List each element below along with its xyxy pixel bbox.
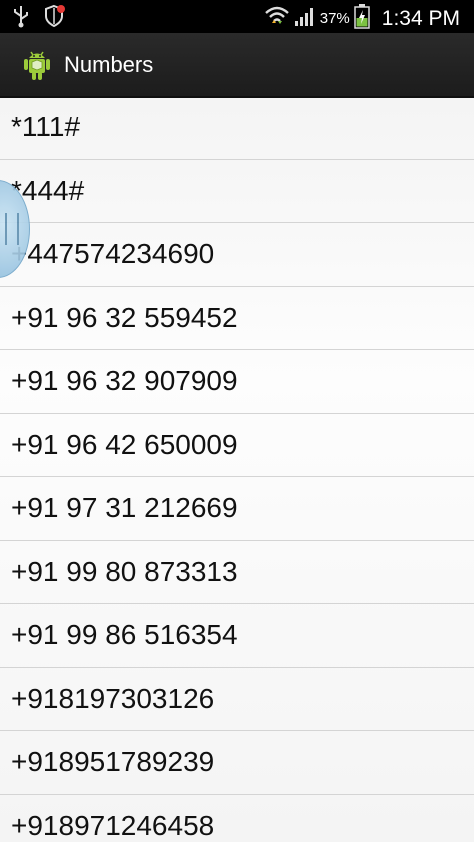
list-item[interactable]: *111# <box>0 96 474 160</box>
number-label: *111# <box>11 111 81 143</box>
battery-percent: 37% <box>319 10 350 27</box>
list-item[interactable]: +91 99 86 516354 <box>0 604 474 668</box>
action-bar: Numbers <box>0 33 474 98</box>
number-label: +918971246458 <box>11 809 215 841</box>
signal-icon <box>294 5 316 32</box>
status-time: 1:34 PM <box>381 6 460 30</box>
number-label: +918197303126 <box>11 682 215 714</box>
list-item[interactable]: *444# <box>0 160 474 223</box>
numbers-list: *111# *444# +447574234690 +91 96 32 5594… <box>0 96 474 842</box>
number-label: +91 96 32 907909 <box>11 365 238 397</box>
usb-icon <box>12 4 30 33</box>
number-label: +91 96 32 559452 <box>11 301 238 333</box>
status-bar: 37% 1:34 PM <box>0 0 474 33</box>
number-label: +91 99 86 516354 <box>11 619 238 651</box>
list-item[interactable]: +91 96 32 559452 <box>0 287 474 350</box>
android-icon[interactable] <box>20 48 54 82</box>
list-item[interactable]: +91 96 42 650009 <box>0 414 474 477</box>
number-label: +918951789239 <box>11 746 215 778</box>
number-label: +91 99 80 873313 <box>11 555 238 587</box>
list-item[interactable]: +91 97 31 212669 <box>0 477 474 541</box>
list-item[interactable]: +447574234690 <box>0 223 474 287</box>
number-label: +91 97 31 212669 <box>11 492 238 524</box>
list-item[interactable]: +918971246458 <box>0 795 474 842</box>
list-item[interactable]: +91 99 80 873313 <box>0 541 474 604</box>
list-item[interactable]: +918197303126 <box>0 668 474 731</box>
app-title: Numbers <box>64 52 154 77</box>
number-label: +447574234690 <box>11 238 215 270</box>
screen: 37% 1:34 PM Numbers *111# *444# +4475742… <box>0 0 474 842</box>
list-item[interactable]: +918951789239 <box>0 731 474 795</box>
battery-charging-icon <box>354 3 370 34</box>
grip-icon <box>5 213 19 245</box>
number-label: +91 96 42 650009 <box>11 428 238 460</box>
list-item[interactable]: +91 96 32 907909 <box>0 350 474 414</box>
shield-icon <box>44 4 66 33</box>
wifi-icon <box>264 4 290 33</box>
